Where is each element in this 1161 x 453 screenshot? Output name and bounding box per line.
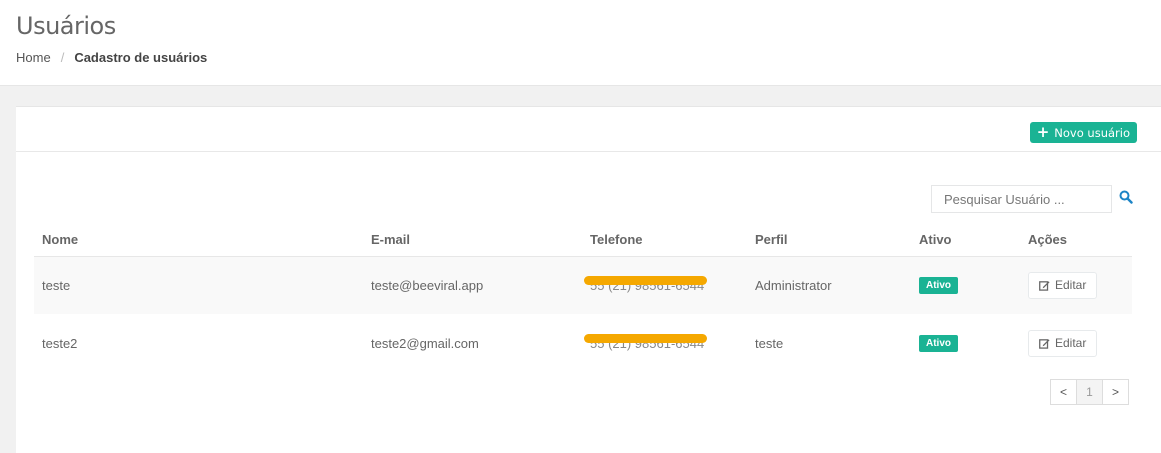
cell-perfil: Administrator xyxy=(747,256,911,314)
page-title: Usuários xyxy=(16,12,116,40)
pagination-page-1[interactable]: 1 xyxy=(1076,379,1103,405)
cell-nome: teste2 xyxy=(42,335,78,351)
breadcrumb-separator: / xyxy=(60,50,65,65)
column-header-ativo[interactable]: Ativo xyxy=(911,224,1020,257)
column-header-perfil[interactable]: Perfil xyxy=(747,224,911,257)
panel-header: + Novo usuário xyxy=(16,107,1161,152)
cell-email: teste2@gmail.com xyxy=(371,335,479,351)
breadcrumb: Home / Cadastro de usuários xyxy=(16,50,207,65)
edit-icon xyxy=(1039,338,1050,349)
table-row: teste2 teste2@gmail.com 55 (21) 98561-65… xyxy=(34,314,1132,372)
breadcrumb-current: Cadastro de usuários xyxy=(74,50,208,65)
cell-nome: teste xyxy=(34,256,363,314)
cell-ativo: Ativo xyxy=(911,256,1020,314)
new-user-button[interactable]: + Novo usuário xyxy=(1029,122,1137,143)
new-user-label: Novo usuário xyxy=(1054,125,1130,140)
edit-button[interactable]: Editar xyxy=(1028,329,1098,357)
cell-telefone: 55 (21) 98561-6544 xyxy=(582,256,747,314)
edit-icon xyxy=(1039,280,1050,291)
search-icon[interactable] xyxy=(1119,190,1133,204)
redacted-phone: 55 (21) 98561-6544 xyxy=(583,333,708,351)
users-table: Nome E-mail Telefone Perfil Ativo Ações … xyxy=(34,224,1132,372)
column-header-nome[interactable]: Nome xyxy=(34,224,363,257)
column-header-acoes: Ações xyxy=(1020,224,1132,257)
pagination-next-button[interactable]: > xyxy=(1102,379,1129,405)
edit-label: Editar xyxy=(1055,278,1087,293)
status-badge: Ativo xyxy=(919,335,958,352)
search-box xyxy=(931,185,1133,213)
edit-label: Editar xyxy=(1055,336,1087,350)
page-header: Usuários Home / Cadastro de usuários xyxy=(0,0,1161,86)
cell-email: teste@beeviral.app xyxy=(363,256,582,314)
pagination: < 1 > xyxy=(1050,379,1129,405)
users-panel: + Novo usuário Nome E-mail Telefone Perf… xyxy=(16,106,1161,453)
cell-acoes: Editar xyxy=(1020,256,1132,314)
cell-telefone: 55 (21) 98561-6544 xyxy=(582,314,747,372)
cell-acoes: Editar xyxy=(1020,314,1132,372)
breadcrumb-home-link[interactable]: Home xyxy=(16,50,51,65)
table-row: teste teste@beeviral.app 55 (21) 98561-6… xyxy=(34,256,1132,314)
table-header-row: Nome E-mail Telefone Perfil Ativo Ações xyxy=(34,224,1132,257)
status-badge: Ativo xyxy=(919,277,958,295)
redacted-phone: 55 (21) 98561-6544 xyxy=(583,275,708,293)
cell-perfil: teste xyxy=(755,335,784,351)
search-input[interactable] xyxy=(931,185,1112,213)
column-header-email[interactable]: E-mail xyxy=(363,224,582,257)
pagination-prev-button[interactable]: < xyxy=(1050,379,1077,405)
edit-button[interactable]: Editar xyxy=(1028,271,1098,299)
plus-icon: + xyxy=(1036,123,1050,141)
cell-ativo: Ativo xyxy=(911,314,1020,372)
column-header-telefone[interactable]: Telefone xyxy=(582,224,747,257)
